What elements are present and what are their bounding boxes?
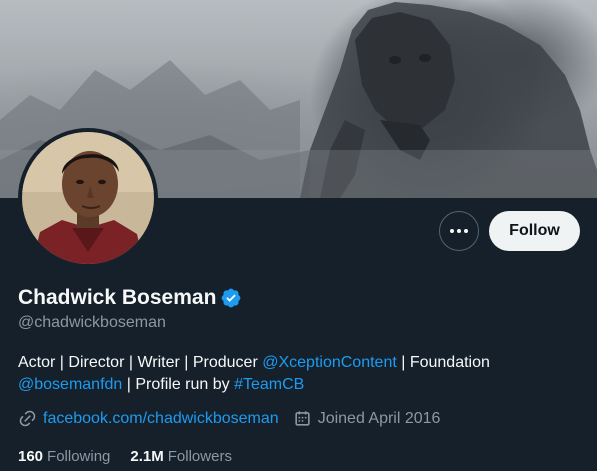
joined-date: Joined April 2016 <box>317 409 441 427</box>
profile-meta: facebook.com/chadwickboseman Joined Apri… <box>18 409 440 428</box>
bio-hashtag-link[interactable]: #TeamCB <box>234 376 304 393</box>
display-name: Chadwick Boseman <box>18 286 217 309</box>
follow-stats: 160 Following 2.1M Followers <box>18 448 232 465</box>
more-horizontal-icon <box>450 229 468 233</box>
following-count: 160 <box>18 448 44 465</box>
following-label: Following <box>47 448 111 465</box>
followers-label: Followers <box>167 448 232 465</box>
bio-text: | Foundation <box>396 354 490 371</box>
bio-text: | Profile run by <box>122 376 235 393</box>
calendar-icon <box>295 411 310 426</box>
followers-count: 2.1M <box>130 448 164 465</box>
joined-item: Joined April 2016 <box>293 409 441 428</box>
bio-mention-link[interactable]: @XceptionContent <box>262 354 397 371</box>
profile-bio: Actor | Director | Writer | Producer @Xc… <box>18 352 578 396</box>
profile-handle: @chadwickboseman <box>18 314 166 331</box>
website-item: facebook.com/chadwickboseman <box>18 409 279 428</box>
website-link[interactable]: facebook.com/chadwickboseman <box>43 410 279 428</box>
followers-stat[interactable]: 2.1M Followers <box>130 448 232 465</box>
bio-text: Actor | Director | Writer | Producer <box>18 354 263 371</box>
following-stat[interactable]: 160 Following <box>18 448 110 465</box>
profile-photo <box>22 132 154 264</box>
name-row: Chadwick Boseman <box>18 286 242 310</box>
avatar[interactable] <box>18 128 158 268</box>
follow-button[interactable]: Follow <box>489 211 580 251</box>
link-icon <box>19 410 36 427</box>
bio-mention-link[interactable]: @bosemanfdn <box>18 376 122 393</box>
verified-badge-icon[interactable] <box>220 287 242 309</box>
more-options-button[interactable] <box>439 211 479 251</box>
